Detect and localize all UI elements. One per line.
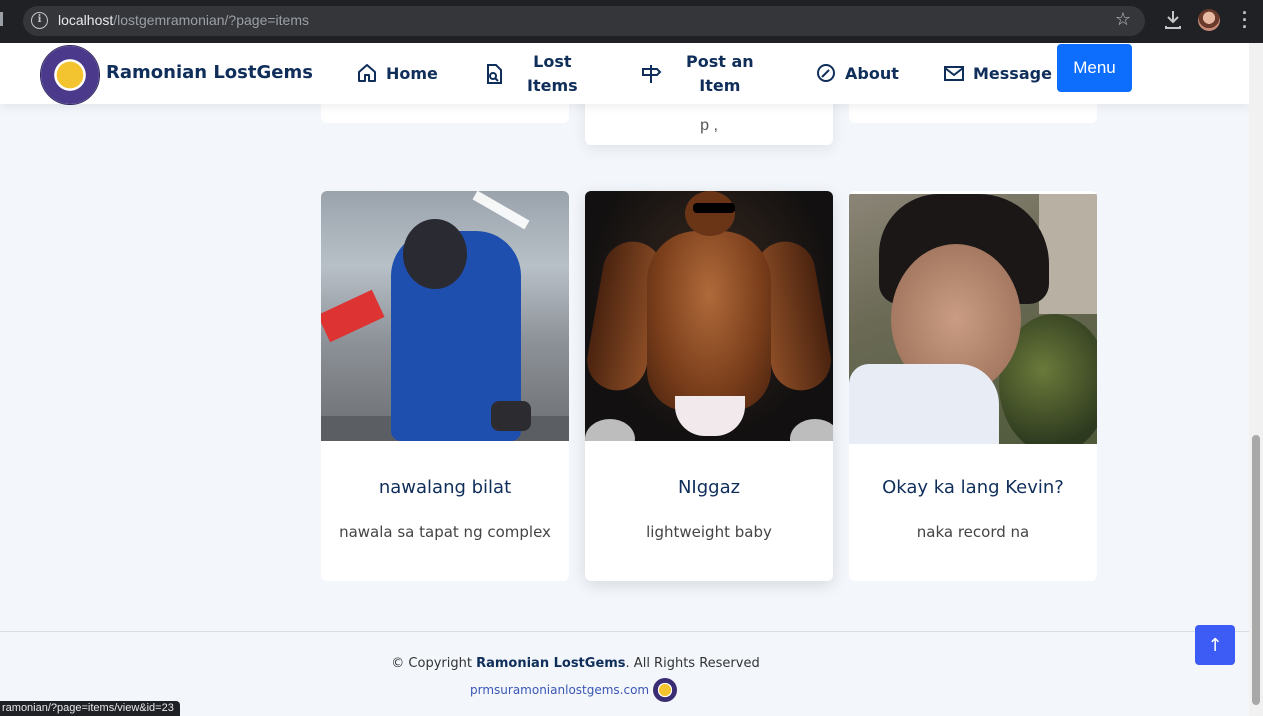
item-title[interactable]: NIggaz (585, 477, 833, 498)
menu-button[interactable]: Menu (1057, 44, 1132, 92)
item-card[interactable]: NIggaz lightweight baby (585, 191, 833, 581)
bookmark-star-icon[interactable]: ☆ (1115, 9, 1131, 30)
nav-home-label: Home (386, 63, 438, 83)
site-link[interactable]: prmsuramonianlostgems.com (470, 678, 678, 702)
envelope-icon (944, 66, 964, 81)
url-path: /lostgemramonian/?page=items (113, 12, 309, 28)
site-header: Ramonian LostGems Home Lost Items Post an… (0, 43, 1249, 105)
footer-logo (653, 678, 678, 702)
nav-post-item[interactable]: Post an Item (640, 50, 754, 98)
page-content: p , Ramonian LostGems Home Lost Items Pos… (0, 43, 1249, 716)
site-logo[interactable] (40, 45, 100, 105)
profile-avatar[interactable] (1198, 9, 1220, 31)
item-card[interactable]: Okay ka lang Kevin? naka record na (849, 191, 1097, 581)
browser-menu-icon[interactable]: · · · (1238, 4, 1252, 36)
item-description: nawala sa tapat ng complex (339, 523, 551, 541)
item-card[interactable]: nawalang bilat nawala sa tapat ng comple… (321, 191, 569, 581)
nav-home[interactable]: Home (356, 62, 438, 84)
site-domain[interactable]: prmsuramonianlostgems.com (470, 683, 649, 697)
scrollbar-thumb[interactable] (1252, 435, 1260, 705)
address-bar[interactable]: i localhost/lostgemramonian/?page=items … (23, 6, 1145, 36)
nav-lost-label-2: Items (527, 76, 578, 95)
tab-edge (0, 12, 3, 26)
link-status-bar: ramonian/?page=items/view&id=23 (0, 701, 180, 716)
nav-post-label-1: Post an (686, 52, 754, 71)
nav-message[interactable]: Message (943, 62, 1052, 84)
home-icon (358, 64, 376, 82)
search-document-icon (487, 64, 502, 84)
nav-lost-items[interactable]: Lost Items (483, 50, 578, 98)
copyright-text: © Copyright Ramonian LostGems. All Right… (0, 656, 1151, 671)
item-photo[interactable] (585, 191, 833, 441)
copyright-brand: Ramonian LostGems (476, 656, 626, 671)
back-to-top-button[interactable]: ↑ (1195, 625, 1235, 665)
item-photo[interactable] (849, 194, 1097, 444)
url-host: localhost (58, 12, 114, 28)
item-description: naka record na (916, 523, 1030, 541)
about-icon (817, 64, 835, 82)
item-photo[interactable] (321, 191, 569, 441)
nav-post-label-2: Item (699, 76, 741, 95)
item-title[interactable]: nawalang bilat (321, 477, 569, 498)
site-footer: © Copyright Ramonian LostGems. All Right… (0, 631, 1249, 716)
browser-toolbar: i localhost/lostgemramonian/?page=items … (0, 0, 1263, 43)
page-scrollbar[interactable] (1249, 43, 1263, 716)
item-title[interactable]: Okay ka lang Kevin? (849, 477, 1097, 498)
site-info-icon[interactable]: i (31, 12, 48, 29)
brand-name[interactable]: Ramonian LostGems (106, 62, 313, 83)
nav-about[interactable]: About (815, 62, 899, 84)
arrow-up-icon: ↑ (1207, 634, 1223, 656)
item-description: lightweight baby (646, 523, 772, 541)
item-desc-partial: p , (700, 117, 718, 134)
download-icon[interactable] (1163, 9, 1183, 31)
nav-about-label: About (845, 63, 899, 83)
nav-message-label: Message (973, 63, 1052, 83)
nav-lost-label-1: Lost (533, 52, 572, 71)
copyright-prefix: © Copyright (391, 656, 477, 671)
address-url[interactable]: localhost/lostgemramonian/?page=items (58, 12, 309, 28)
copyright-suffix: . All Rights Reserved (625, 656, 760, 671)
signpost-icon (642, 65, 662, 83)
